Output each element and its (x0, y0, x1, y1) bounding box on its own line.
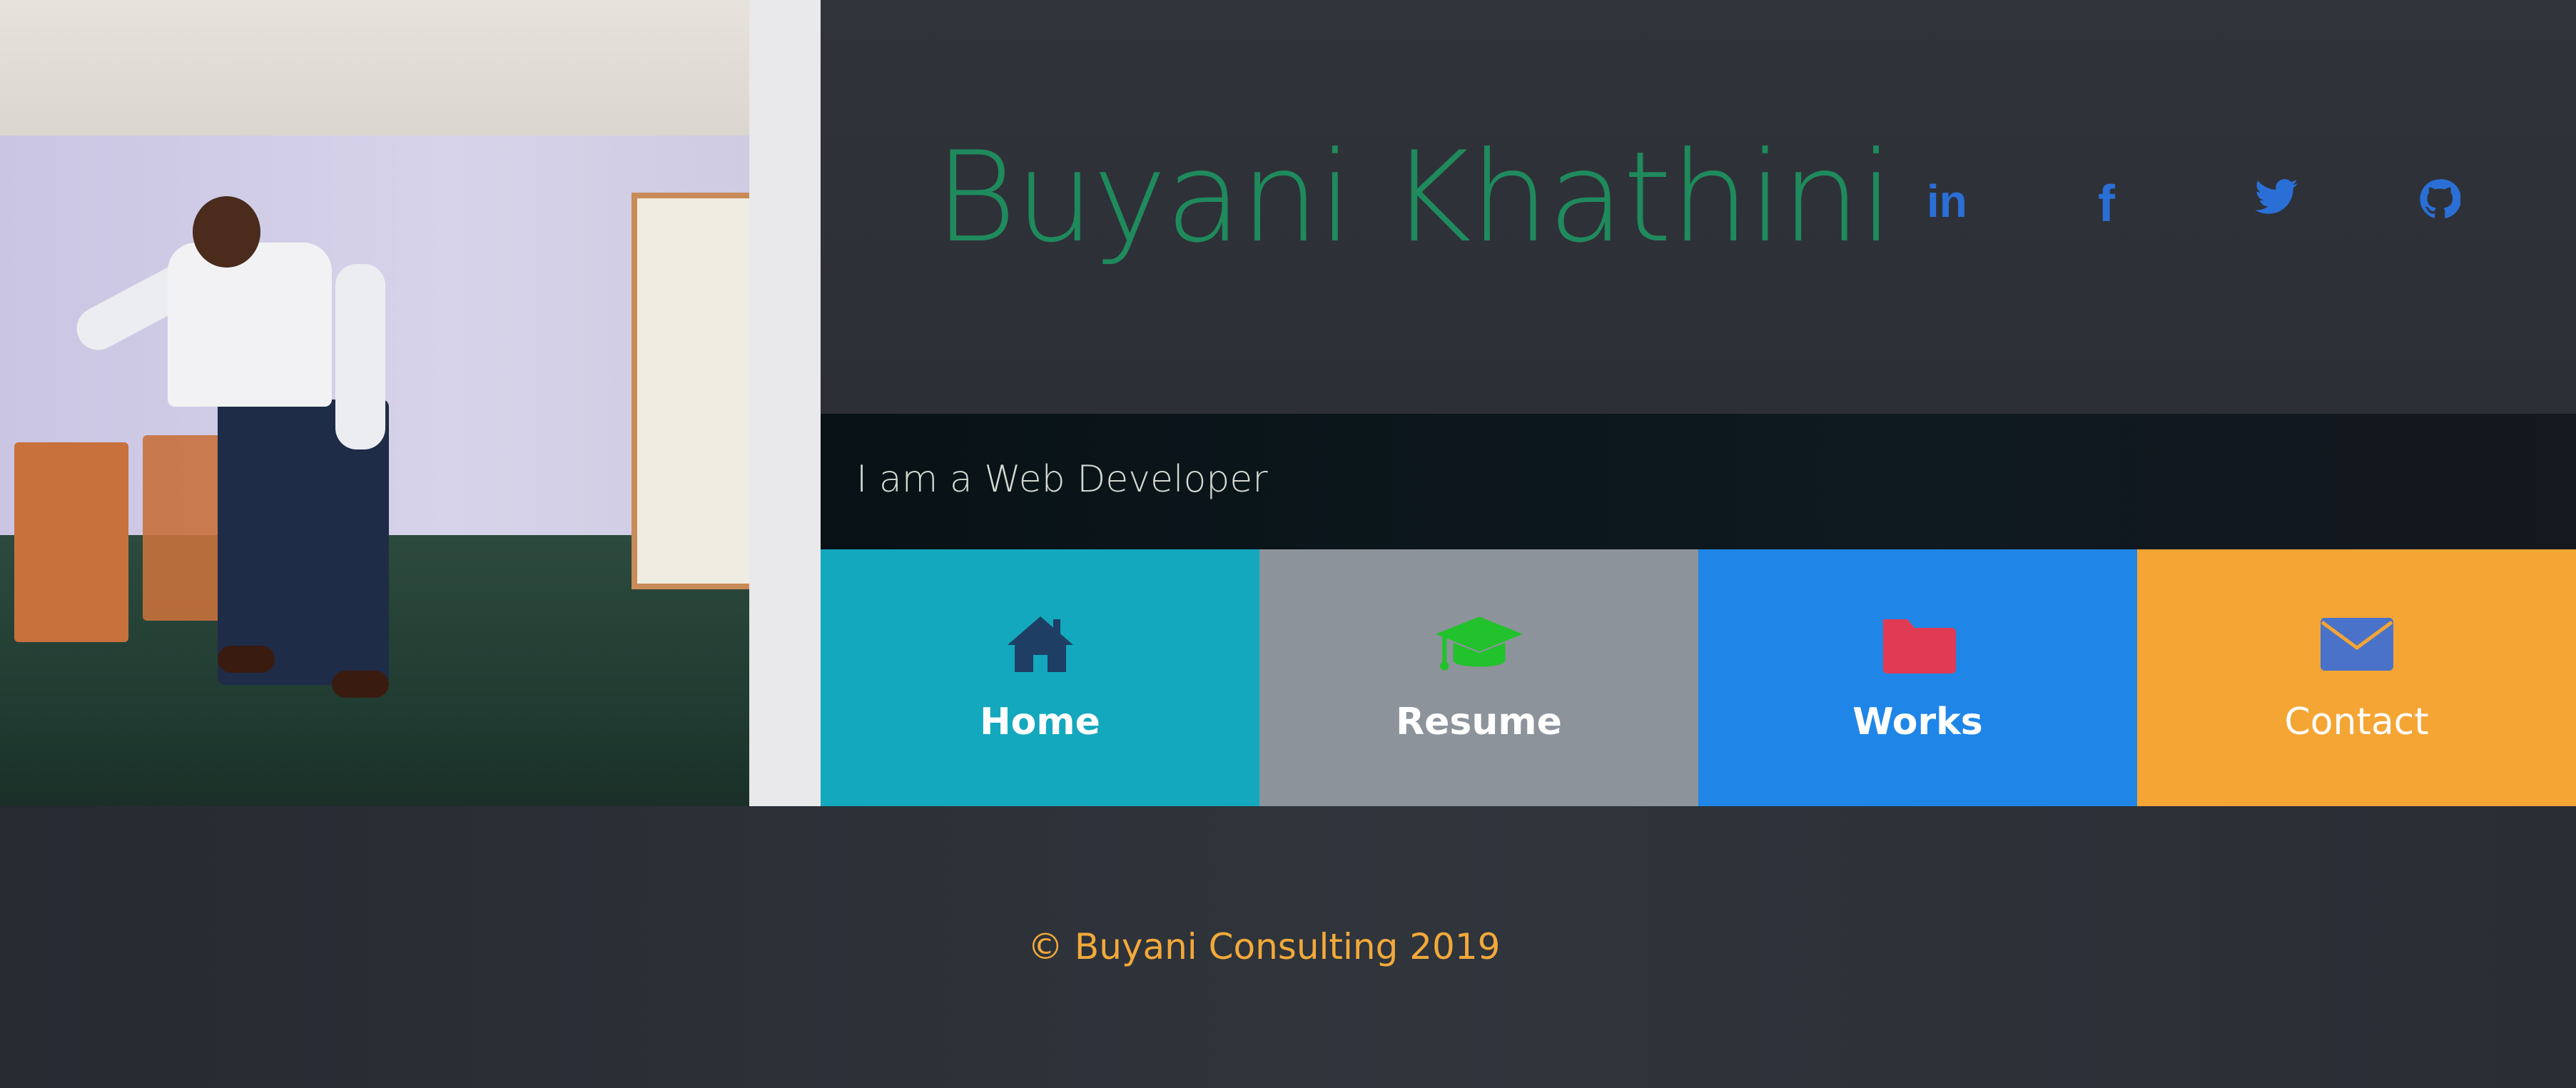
site-header: Buyani Khathini in f (821, 0, 2576, 414)
nav-tile-resume[interactable]: Resume (1259, 549, 1698, 806)
nav-label-home: Home (980, 701, 1100, 743)
copyright-text: © Buyani Consulting 2019 (1028, 926, 1501, 967)
folder-icon (1879, 614, 1957, 678)
site-footer: © Buyani Consulting 2019 (0, 806, 2576, 1088)
facebook-icon[interactable]: f (2098, 178, 2115, 230)
nav-tile-home[interactable]: Home (821, 549, 1259, 806)
photo-person-head (193, 196, 260, 268)
main-nav: Home Resume Works Contact (821, 549, 2576, 806)
photo-frame-border (749, 0, 821, 806)
photo-person-arm (335, 264, 385, 449)
photo-person-shoe (218, 646, 275, 673)
envelope-icon (2318, 614, 2396, 678)
photo-door (632, 193, 749, 589)
nav-label-works: Works (1852, 701, 1983, 743)
nav-tile-works[interactable]: Works (1698, 549, 2137, 806)
graduation-cap-icon (1433, 614, 1526, 681)
profile-photo (0, 0, 749, 806)
photo-person-shirt (168, 243, 332, 407)
site-name: Buyani Khathini (935, 126, 1894, 270)
tagline-bar: I am a Web Developer (821, 414, 2576, 549)
home-icon (1005, 614, 1076, 678)
photo-chair (14, 442, 128, 642)
photo-chair (143, 435, 221, 621)
linkedin-icon[interactable]: in (1927, 178, 1967, 224)
nav-tile-contact[interactable]: Contact (2137, 549, 2576, 806)
tagline: I am a Web Developer (856, 458, 1268, 501)
nav-label-contact: Contact (2284, 701, 2429, 743)
twitter-icon[interactable] (2255, 178, 2298, 215)
photo-person-shoe (332, 671, 389, 698)
nav-label-resume: Resume (1396, 701, 1562, 743)
github-icon[interactable] (2419, 178, 2460, 220)
